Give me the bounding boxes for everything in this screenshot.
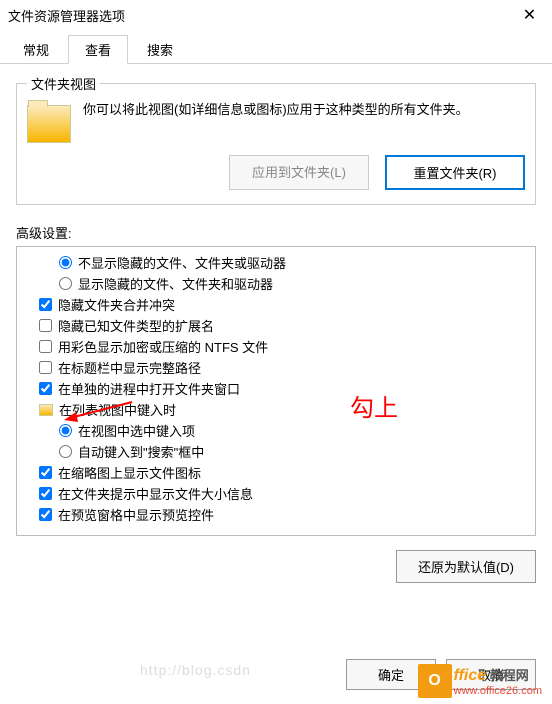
advanced-settings-label: 高级设置: [16,223,536,242]
radio-show-hidden[interactable] [59,277,72,290]
opt-ntfs-color[interactable]: 用彩色显示加密或压缩的 NTFS 文件 [23,337,529,356]
check-size-tip[interactable] [39,487,52,500]
opt-preview-handlers[interactable]: 在预览窗格中显示预览控件 [23,505,529,524]
check-preview-handlers[interactable] [39,508,52,521]
restore-defaults-button[interactable]: 还原为默认值(D) [396,550,536,583]
folder-icon [27,105,71,143]
opt-separate-process[interactable]: 在单独的进程中打开文件夹窗口 [23,379,529,398]
opt-select-typed[interactable]: 在视图中选中键入项 [23,421,529,440]
opt-hide-hidden[interactable]: 不显示隐藏的文件、文件夹或驱动器 [23,253,529,272]
tab-bar: 常规 查看 搜索 [0,30,552,64]
tab-view[interactable]: 查看 [68,35,128,64]
advanced-settings-tree[interactable]: 不显示隐藏的文件、文件夹或驱动器 显示隐藏的文件、文件夹和驱动器 隐藏文件夹合并… [16,246,536,536]
opt-thumb-icons[interactable]: 在缩略图上显示文件图标 [23,463,529,482]
check-merge-conflict[interactable] [39,298,52,311]
opt-size-tip[interactable]: 在文件夹提示中显示文件大小信息 [23,484,529,503]
folder-views-group: 文件夹视图 你可以将此视图(如详细信息或图标)应用于这种类型的所有文件夹。 应用… [16,74,536,205]
opt-merge-conflict[interactable]: 隐藏文件夹合并冲突 [23,295,529,314]
watermark-logo: O ffice 教程网 www.office26.com [418,664,542,698]
logo-brand: ffice [454,667,487,684]
apply-to-folders-button: 应用到文件夹(L) [229,155,369,190]
check-ntfs-color[interactable] [39,340,52,353]
check-separate-process[interactable] [39,382,52,395]
radio-select-typed[interactable] [59,424,72,437]
window-title: 文件资源管理器选项 [8,6,125,25]
check-hide-ext[interactable] [39,319,52,332]
logo-square: O [418,664,452,698]
opt-search-box[interactable]: 自动键入到"搜索"框中 [23,442,529,461]
tab-general[interactable]: 常规 [6,35,66,64]
folder-mini-icon [39,404,53,416]
check-full-path[interactable] [39,361,52,374]
logo-url: www.office26.com [454,685,542,697]
folder-views-desc: 你可以将此视图(如详细信息或图标)应用于这种类型的所有文件夹。 [83,101,469,119]
logo-suffix: 教程网 [490,668,529,683]
opt-hide-ext[interactable]: 隐藏已知文件类型的扩展名 [23,316,529,335]
radio-search-box[interactable] [59,445,72,458]
opt-full-path[interactable]: 在标题栏中显示完整路径 [23,358,529,377]
watermark-text: http://blog.csdn [140,662,251,678]
tab-search[interactable]: 搜索 [130,35,190,64]
opt-show-hidden[interactable]: 显示隐藏的文件、文件夹和驱动器 [23,274,529,293]
reset-folders-button[interactable]: 重置文件夹(R) [385,155,525,190]
group-typing: 在列表视图中键入时 [23,400,529,419]
folder-views-legend: 文件夹视图 [27,74,100,93]
radio-hide-hidden[interactable] [59,256,72,269]
check-thumb-icons[interactable] [39,466,52,479]
close-button[interactable]: ✕ [507,0,552,30]
